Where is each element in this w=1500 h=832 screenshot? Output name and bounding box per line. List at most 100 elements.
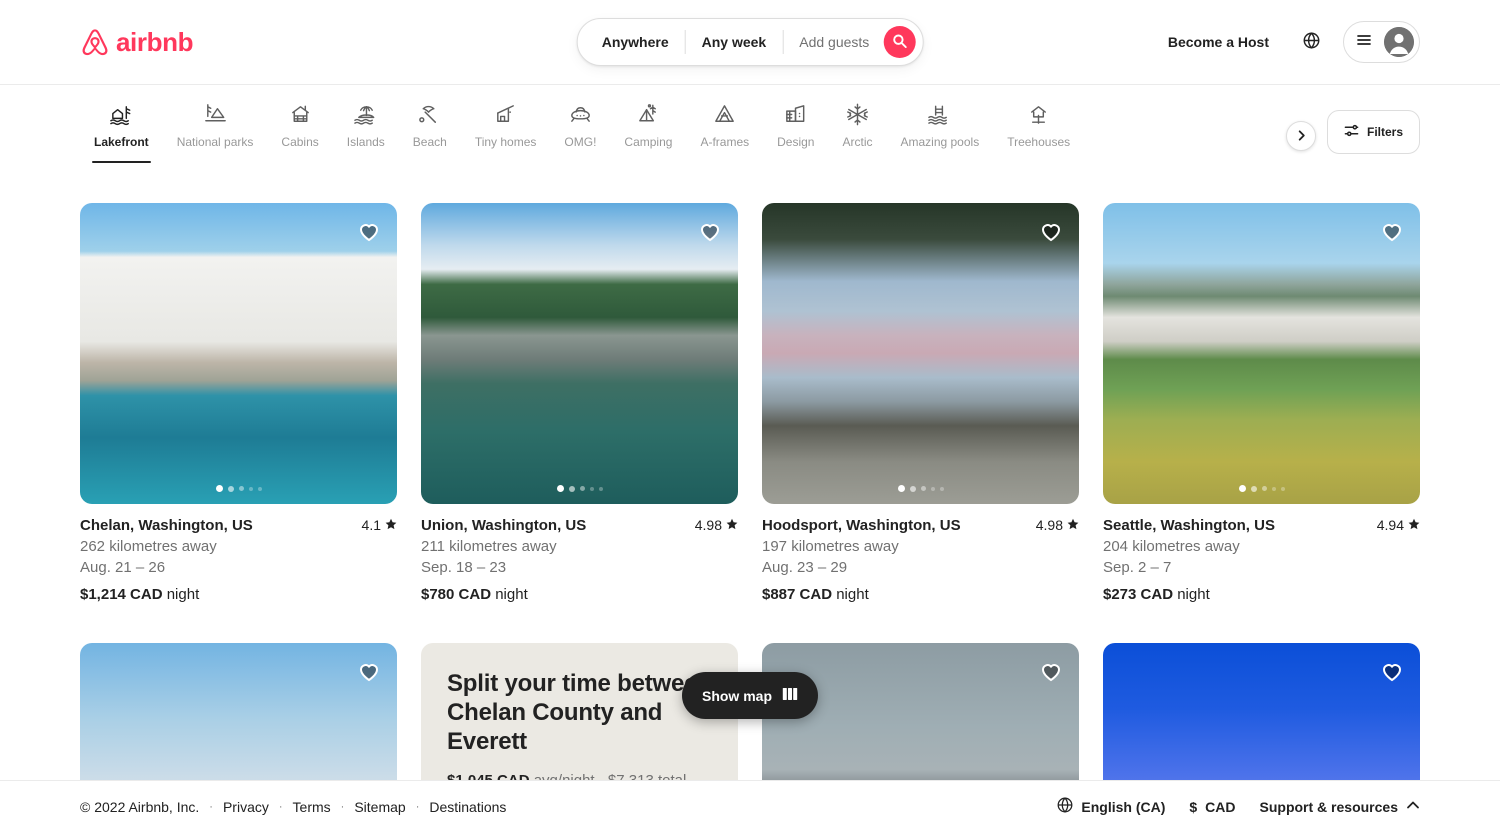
carousel-dot[interactable] <box>215 485 223 493</box>
listing-card[interactable]: Hoodsport, Washington, US 4.98 197 kilom… <box>762 203 1079 603</box>
listing-dates: Aug. 23 – 29 <box>762 559 848 577</box>
chevron-right-icon <box>1296 129 1307 144</box>
search-submit-button[interactable] <box>883 26 916 58</box>
listing-details: Seattle, Washington, US 4.94 204 kilomet… <box>1103 504 1420 603</box>
footer-support-label: Support & resources <box>1259 798 1398 815</box>
listing-price-unit: night <box>836 586 869 604</box>
footer-link-privacy[interactable]: Privacy <box>223 799 269 815</box>
globe-icon <box>1303 32 1320 52</box>
search-bar[interactable]: Anywhere Any week Add guests <box>576 18 924 66</box>
carousel-dot[interactable] <box>1280 486 1285 491</box>
category-lakefront[interactable]: Lakefront <box>80 101 163 163</box>
listing-image[interactable] <box>421 203 738 505</box>
listing-dates: Aug. 21 – 26 <box>80 559 166 577</box>
favorite-heart-icon[interactable] <box>357 659 381 683</box>
footer-copyright: © 2022 Airbnb, Inc. <box>80 798 200 815</box>
listing-card[interactable]: Chelan, Washington, US 4.1 262 kilometre… <box>80 203 397 603</box>
category-treehouses[interactable]: Treehouses <box>993 101 1084 157</box>
avatar <box>1384 27 1414 57</box>
favorite-heart-icon[interactable] <box>1380 659 1404 683</box>
carousel-dots[interactable] <box>1103 485 1420 493</box>
search-icon <box>892 34 907 51</box>
carousel-dot[interactable] <box>1271 486 1276 491</box>
user-menu-button[interactable] <box>1343 21 1420 63</box>
footer-link-sitemap[interactable]: Sitemap <box>354 799 405 815</box>
listing-title: Chelan, Washington, US <box>80 517 253 535</box>
listing-image[interactable] <box>80 203 397 505</box>
filters-button[interactable]: Filters <box>1326 110 1420 154</box>
category-islands[interactable]: Islands <box>333 101 399 157</box>
carousel-dot[interactable] <box>1261 486 1267 492</box>
search-location-button[interactable]: Anywhere <box>578 18 685 66</box>
category-label: Treehouses <box>1007 135 1071 149</box>
carousel-dot[interactable] <box>897 485 905 493</box>
globe-icon <box>1057 797 1073 816</box>
arctic-icon <box>845 101 870 127</box>
header-actions: Become a Host <box>1154 21 1420 63</box>
carousel-dot[interactable] <box>909 485 916 492</box>
carousel-dot[interactable] <box>579 486 585 492</box>
listing-price-amount: $780 CAD <box>421 586 492 604</box>
carousel-dot[interactable] <box>257 486 262 491</box>
become-a-host-button[interactable]: Become a Host <box>1154 22 1283 62</box>
footer-currency-button[interactable]: $ CAD <box>1189 799 1235 815</box>
carousel-dot[interactable] <box>1250 485 1257 492</box>
language-globe-button[interactable] <box>1291 22 1331 62</box>
national-parks-icon <box>203 101 228 127</box>
carousel-dot[interactable] <box>589 486 594 491</box>
design-icon <box>783 101 808 127</box>
carousel-dot[interactable] <box>556 485 564 493</box>
category-amazing-pools[interactable]: Amazing pools <box>886 101 993 157</box>
star-icon <box>726 517 738 533</box>
carousel-dots[interactable] <box>421 485 738 493</box>
category-beach[interactable]: Beach <box>399 101 461 157</box>
favorite-heart-icon[interactable] <box>1380 219 1404 243</box>
carousel-dot[interactable] <box>1238 485 1246 493</box>
listing-card[interactable]: Seattle, Washington, US 4.94 204 kilomet… <box>1103 203 1420 603</box>
carousel-dot[interactable] <box>939 486 944 491</box>
listing-details: Union, Washington, US 4.98 211 kilometre… <box>421 504 738 603</box>
listing-price-amount: $273 CAD <box>1103 586 1174 604</box>
category-national-parks[interactable]: National parks <box>163 101 268 157</box>
category-omg[interactable]: OMG! <box>550 101 610 157</box>
category-scroll-next-button[interactable] <box>1286 121 1316 151</box>
favorite-heart-icon[interactable] <box>357 219 381 243</box>
category-cabins[interactable]: Cabins <box>267 101 332 157</box>
carousel-dot[interactable] <box>930 486 935 491</box>
show-map-button[interactable]: Show map <box>681 672 819 719</box>
category-list[interactable]: Lakefront National parks Cabins Islands Beac… <box>80 93 1305 171</box>
listing-card[interactable]: Union, Washington, US 4.98 211 kilometre… <box>421 203 738 603</box>
search-dates-button[interactable]: Any week <box>686 18 783 66</box>
hamburger-icon <box>1356 32 1372 53</box>
category-a-frames[interactable]: A-frames <box>686 101 763 157</box>
carousel-dot[interactable] <box>598 486 603 491</box>
carousel-dot[interactable] <box>227 485 234 492</box>
listing-image[interactable] <box>1103 203 1420 505</box>
listing-price-unit: night <box>1177 586 1210 604</box>
rating-value: 4.94 <box>1376 517 1404 534</box>
carousel-dot[interactable] <box>238 486 244 492</box>
category-arctic[interactable]: Arctic <box>828 101 886 157</box>
carousel-dot[interactable] <box>568 485 575 492</box>
listing-image[interactable] <box>762 203 1079 505</box>
carousel-dots[interactable] <box>762 485 1079 493</box>
footer-support-button[interactable]: Support & resources <box>1260 798 1420 815</box>
category-camping[interactable]: Camping <box>610 101 686 157</box>
listing-price: $780 CAD night <box>421 586 738 603</box>
carousel-dots[interactable] <box>80 485 397 493</box>
favorite-heart-icon[interactable] <box>1039 659 1063 683</box>
listing-price-amount: $887 CAD <box>762 586 833 604</box>
search-guests-button[interactable]: Add guests <box>783 18 881 66</box>
footer-link-terms[interactable]: Terms <box>293 799 331 815</box>
category-design[interactable]: Design <box>763 101 828 157</box>
carousel-dot[interactable] <box>920 486 926 492</box>
favorite-heart-icon[interactable] <box>698 219 722 243</box>
category-tiny-homes[interactable]: Tiny homes <box>461 101 551 157</box>
footer-separator: · <box>415 800 420 813</box>
footer-language-button[interactable]: English (CA) <box>1057 797 1165 816</box>
carousel-dot[interactable] <box>248 486 253 491</box>
logo-wordmark: airbnb <box>116 26 194 57</box>
airbnb-logo[interactable]: airbnb <box>80 26 193 58</box>
footer-link-destinations[interactable]: Destinations <box>429 799 506 815</box>
favorite-heart-icon[interactable] <box>1039 219 1063 243</box>
